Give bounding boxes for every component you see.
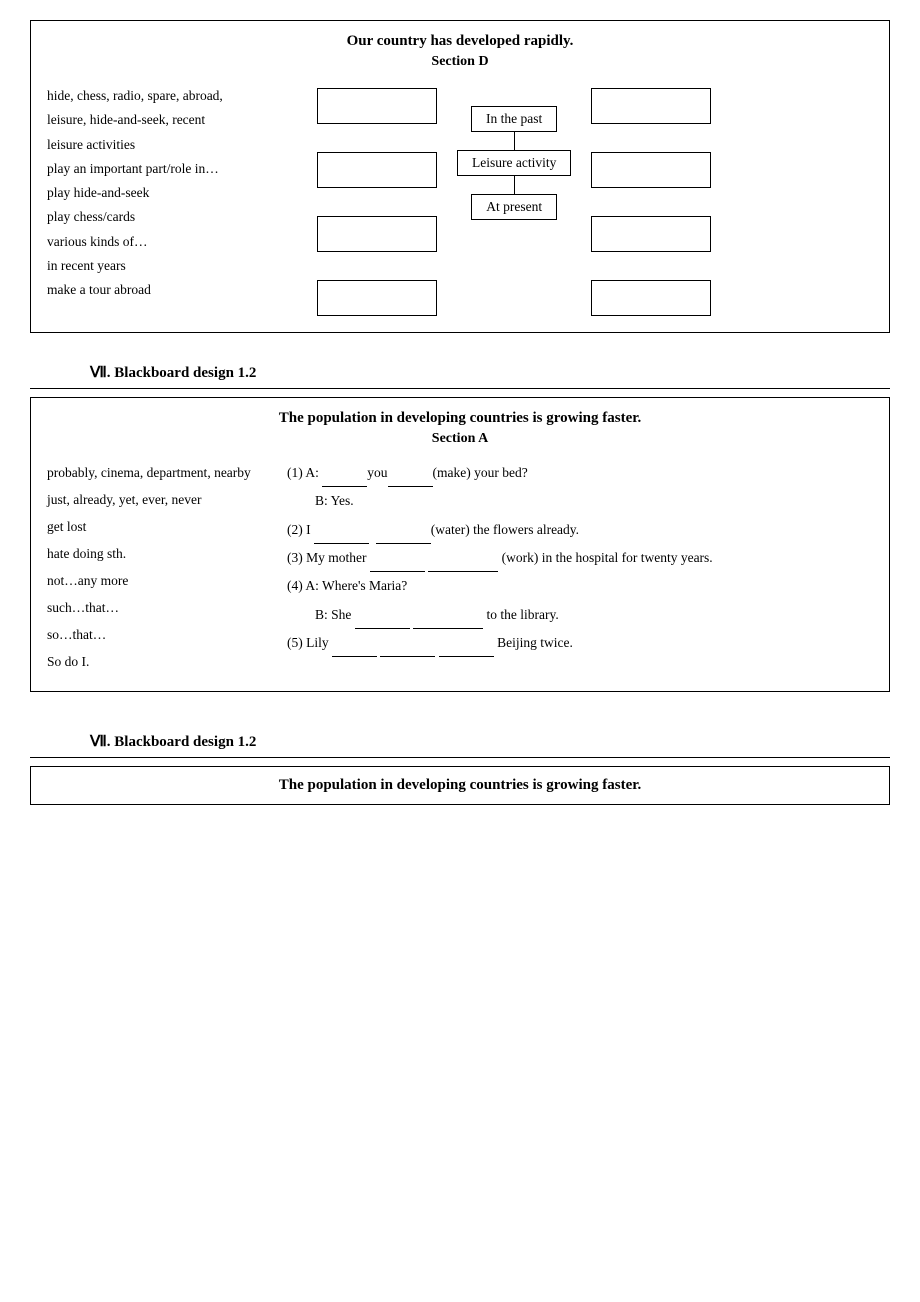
list-item: various kinds of…: [47, 230, 317, 254]
exercise-1: (1) A: you(make) your bed?: [287, 459, 873, 487]
list-item: get lost: [47, 513, 267, 540]
exercise-5: (5) Lily Beijing twice.: [287, 629, 873, 657]
divider1: [514, 132, 515, 150]
list-item: such…that…: [47, 594, 267, 621]
board3: The population in developing countries i…: [30, 766, 890, 805]
list-item: So do I.: [47, 648, 267, 675]
list-item: play hide-and-seek: [47, 181, 317, 205]
board2: The population in developing countries i…: [30, 397, 890, 692]
leisure-activity-label: Leisure activity: [457, 150, 571, 176]
section7-second-heading: Ⅶ. Blackboard design 1.2: [90, 732, 890, 751]
blank[interactable]: [355, 613, 410, 629]
blank[interactable]: [376, 528, 431, 544]
list-item: in recent years: [47, 254, 317, 278]
list-item: probably, cinema, department, nearby: [47, 459, 267, 486]
board3-title: The population in developing countries i…: [47, 777, 873, 794]
list-item: play an important part/role in…: [47, 157, 317, 181]
blank[interactable]: [314, 528, 369, 544]
section7-first-label: Ⅶ. Blackboard design 1.2: [90, 363, 890, 382]
input-box-2[interactable]: [317, 152, 437, 188]
input-box-1[interactable]: [317, 88, 437, 124]
at-present-label: At present: [471, 194, 557, 220]
board1-title: Our country has developed rapidly.: [47, 33, 873, 50]
section7-second-label: Ⅶ. Blackboard design 1.2: [90, 732, 890, 751]
right-boxes: [591, 88, 711, 316]
exercise-4a: (4) A: Where's Maria?: [287, 572, 873, 600]
blank[interactable]: [428, 556, 498, 572]
input-box-7[interactable]: [591, 216, 711, 252]
list-item: just, already, yet, ever, never: [47, 486, 267, 513]
input-box-8[interactable]: [591, 280, 711, 316]
blank[interactable]: [322, 471, 367, 487]
blank[interactable]: [439, 641, 494, 657]
board1-diagram: In the past Leisure activity At present: [317, 84, 873, 316]
list-item: play chess/cards: [47, 205, 317, 229]
blank[interactable]: [332, 641, 377, 657]
list-item: hate doing sth.: [47, 540, 267, 567]
list-item: leisure, hide-and-seek, recent: [47, 108, 317, 132]
divider2: [514, 176, 515, 194]
board1-left: hide, chess, radio, spare, abroad, leisu…: [47, 84, 317, 303]
board2-left: probably, cinema, department, nearby jus…: [47, 459, 267, 675]
board1: Our country has developed rapidly. Secti…: [30, 20, 890, 333]
list-item: leisure activities: [47, 133, 317, 157]
section7-first-heading: Ⅶ. Blackboard design 1.2: [90, 363, 890, 382]
board2-exercises: (1) A: you(make) your bed? B: Yes. (2) I…: [287, 459, 873, 675]
blank[interactable]: [388, 471, 433, 487]
blank[interactable]: [370, 556, 425, 572]
exercise-3: (3) My mother (work) in the hospital for…: [287, 544, 873, 572]
blank[interactable]: [380, 641, 435, 657]
board1-content: hide, chess, radio, spare, abroad, leisu…: [47, 84, 873, 316]
list-item: hide, chess, radio, spare, abroad,: [47, 84, 317, 108]
blank[interactable]: [413, 613, 483, 629]
board2-subtitle: Section A: [47, 431, 873, 447]
exercise-4b: B: She to the library.: [287, 601, 873, 629]
list-item: so…that…: [47, 621, 267, 648]
board2-content: probably, cinema, department, nearby jus…: [47, 459, 873, 675]
exercise-2: (2) I (water) the flowers already.: [287, 516, 873, 544]
board1-subtitle: Section D: [47, 54, 873, 70]
section-divider-1: [30, 388, 890, 389]
input-box-3[interactable]: [317, 216, 437, 252]
in-the-past-label: In the past: [471, 106, 557, 132]
center-labels: In the past Leisure activity At present: [457, 88, 571, 238]
input-box-4[interactable]: [317, 280, 437, 316]
board2-title: The population in developing countries i…: [47, 410, 873, 427]
input-box-6[interactable]: [591, 152, 711, 188]
left-boxes: [317, 88, 437, 316]
list-item: not…any more: [47, 567, 267, 594]
exercise-1b: B: Yes.: [287, 487, 873, 515]
list-item: make a tour abroad: [47, 278, 317, 302]
section-divider-2: [30, 757, 890, 758]
input-box-5[interactable]: [591, 88, 711, 124]
